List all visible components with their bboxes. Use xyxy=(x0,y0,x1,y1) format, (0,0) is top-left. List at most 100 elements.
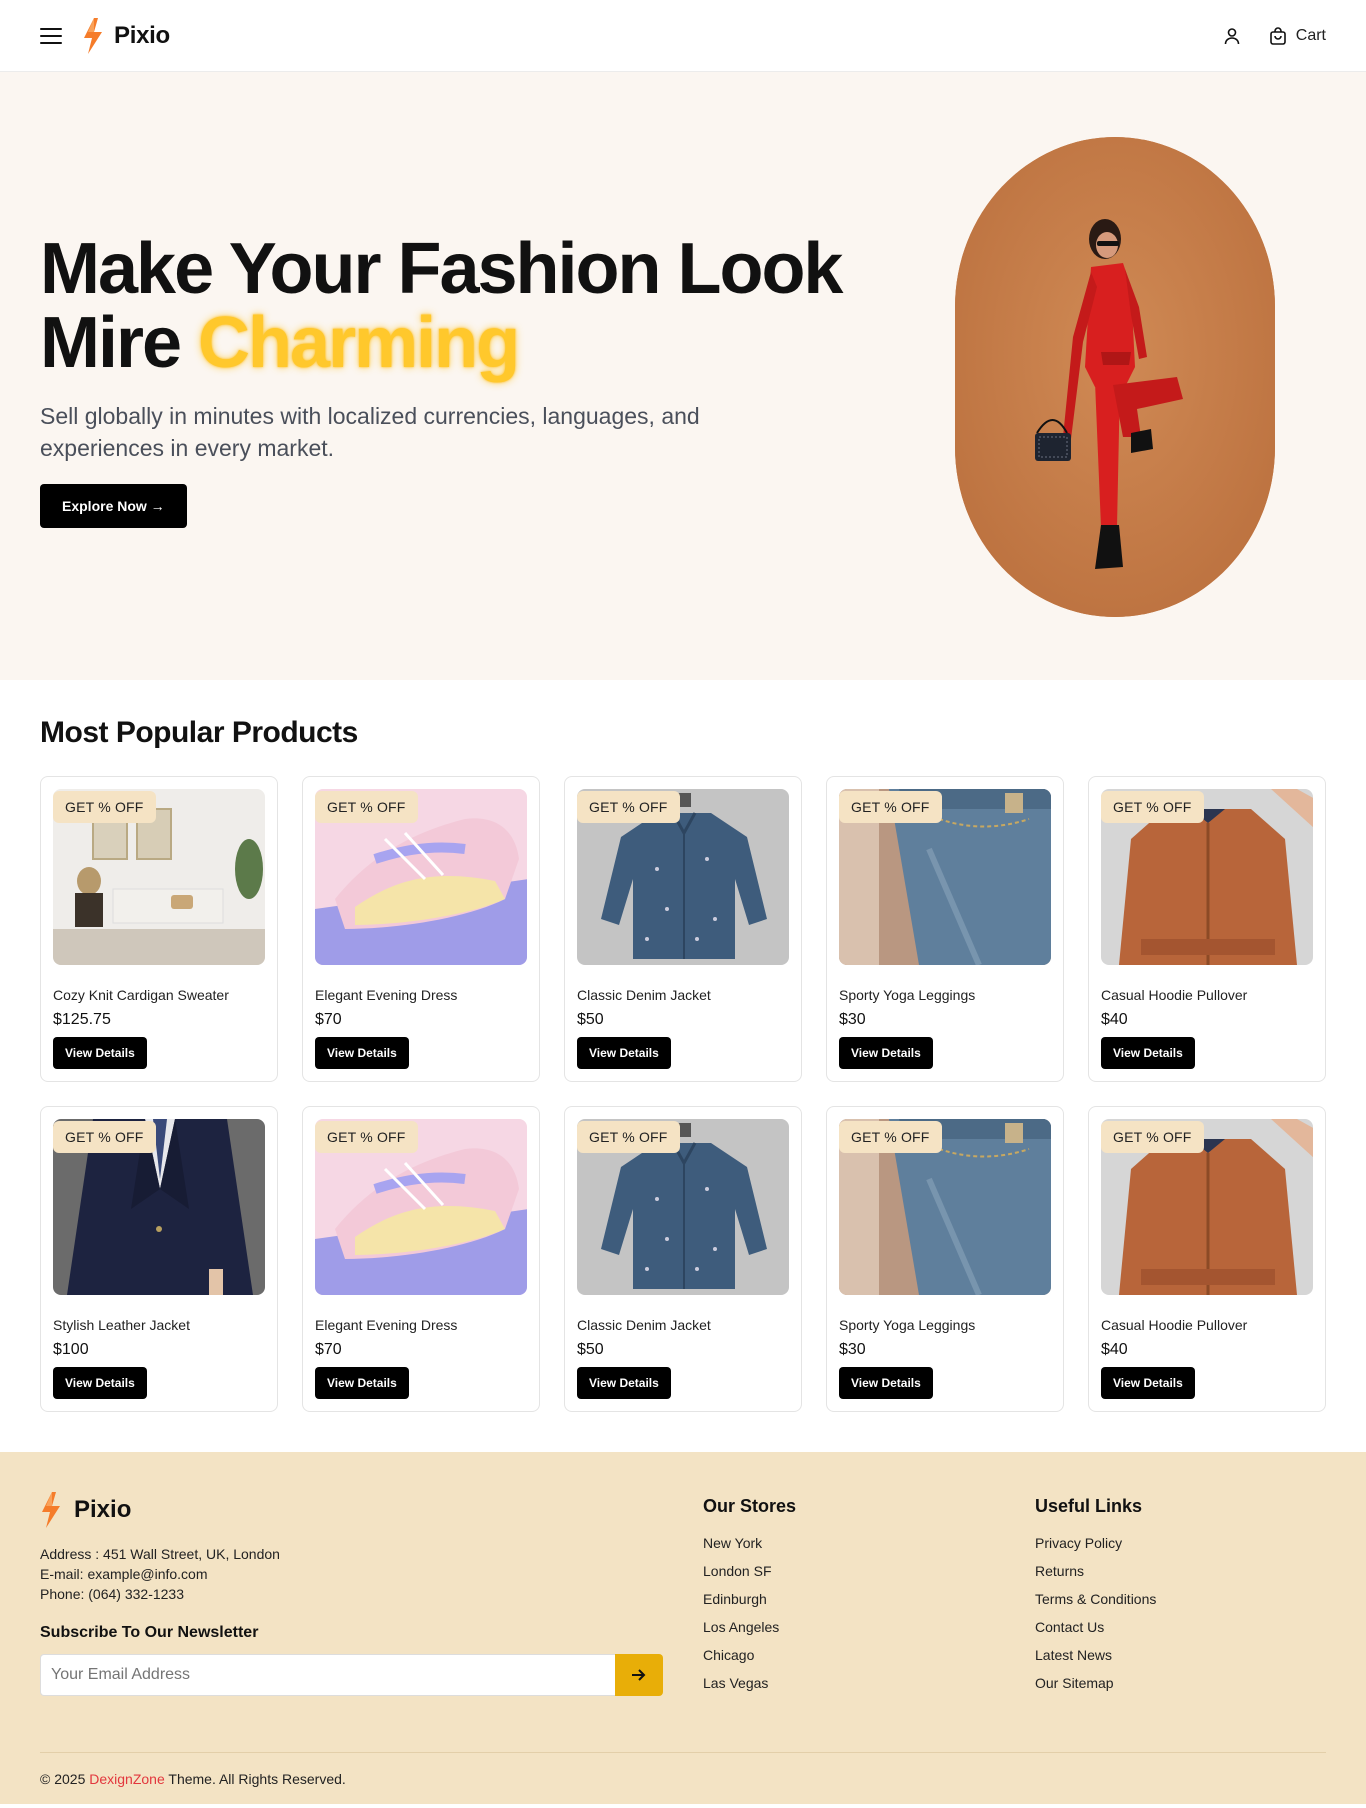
product-image[interactable]: GET % OFF xyxy=(53,1119,265,1295)
discount-badge: GET % OFF xyxy=(577,791,680,823)
product-price: $30 xyxy=(839,1341,866,1358)
logo[interactable]: Pixio xyxy=(82,17,170,54)
hamburger-menu-icon[interactable] xyxy=(40,27,62,44)
product-name[interactable]: Sporty Yoga Leggings xyxy=(839,987,1051,1003)
product-image[interactable]: GET % OFF xyxy=(315,1119,527,1295)
product-image[interactable]: GET % OFF xyxy=(839,1119,1051,1295)
view-details-button[interactable]: View Details xyxy=(577,1037,671,1069)
discount-badge: GET % OFF xyxy=(577,1121,680,1153)
email-text: E-mail: example@info.com xyxy=(40,1566,208,1582)
useful-link[interactable]: Contact Us xyxy=(1035,1613,1325,1641)
product-name[interactable]: Elegant Evening Dress xyxy=(315,1317,527,1333)
view-details-button[interactable]: View Details xyxy=(1101,1367,1195,1399)
hero-title-line2-prefix: Mire xyxy=(40,303,199,383)
product-name[interactable]: Stylish Leather Jacket xyxy=(53,1317,265,1333)
section-title: Most Popular Products xyxy=(40,716,358,749)
product-card[interactable]: GET % OFF Elegant Evening Dress $70 View… xyxy=(302,776,540,1082)
product-image[interactable]: GET % OFF xyxy=(53,789,265,965)
user-icon xyxy=(1224,27,1240,44)
view-details-button[interactable]: View Details xyxy=(53,1037,147,1069)
product-image[interactable]: GET % OFF xyxy=(1101,789,1313,965)
useful-links-list: Privacy Policy Returns Terms & Conditions C… xyxy=(1035,1529,1325,1697)
footer-about: Pixio Address : 451 Wall Street, UK, Lon… xyxy=(40,1492,703,1752)
product-card[interactable]: GET % OFF Elegant Evening Dress $70 View… xyxy=(302,1106,540,1412)
product-price: $70 xyxy=(315,1341,342,1358)
product-image[interactable]: GET % OFF xyxy=(315,789,527,965)
product-price: $50 xyxy=(577,1341,604,1358)
view-details-button[interactable]: View Details xyxy=(315,1037,409,1069)
arrow-right-icon xyxy=(632,1669,646,1681)
discount-badge: GET % OFF xyxy=(315,1121,418,1153)
product-price: $50 xyxy=(577,1011,604,1028)
useful-link[interactable]: Terms & Conditions xyxy=(1035,1585,1325,1613)
product-card[interactable]: GET % OFF Stylish Leather Jacket $100 Vi… xyxy=(40,1106,278,1412)
product-image[interactable]: GET % OFF xyxy=(1101,1119,1313,1295)
hero-title-line1: Make Your Fashion Look xyxy=(40,229,843,309)
useful-links-title: Useful Links xyxy=(1035,1496,1143,1516)
store-link[interactable]: Los Angeles xyxy=(703,1613,1035,1641)
useful-link[interactable]: Privacy Policy xyxy=(1035,1529,1325,1557)
product-price: $100 xyxy=(53,1341,89,1358)
view-details-button[interactable]: View Details xyxy=(53,1367,147,1399)
header-right: Cart xyxy=(1222,26,1326,46)
view-details-button[interactable]: View Details xyxy=(839,1037,933,1069)
popular-products-section: Most Popular Products GET % OFF Cozy Kni… xyxy=(0,680,1366,1452)
product-name[interactable]: Classic Denim Jacket xyxy=(577,987,789,1003)
view-details-button[interactable]: View Details xyxy=(315,1367,409,1399)
discount-badge: GET % OFF xyxy=(1101,791,1204,823)
store-link[interactable]: New York xyxy=(703,1529,1035,1557)
bolt-logo-icon xyxy=(84,17,102,54)
product-name[interactable]: Cozy Knit Cardigan Sweater xyxy=(53,987,265,1003)
view-details-button[interactable]: View Details xyxy=(1101,1037,1195,1069)
store-link[interactable]: London SF xyxy=(703,1557,1035,1585)
view-details-button[interactable]: View Details xyxy=(839,1367,933,1399)
header-left: Pixio xyxy=(40,17,170,54)
cart-label: Cart xyxy=(1295,26,1326,44)
product-name[interactable]: Casual Hoodie Pullover xyxy=(1101,987,1313,1003)
footer-top: Pixio Address : 451 Wall Street, UK, Lon… xyxy=(40,1492,1326,1752)
copyright-prefix: © 2025 xyxy=(40,1771,90,1787)
useful-link[interactable]: Latest News xyxy=(1035,1641,1325,1669)
useful-link[interactable]: Our Sitemap xyxy=(1035,1669,1325,1697)
product-card[interactable]: GET % OFF Casual Hoodie Pullover $40 Vie… xyxy=(1088,1106,1326,1412)
stores-title: Our Stores xyxy=(703,1496,797,1516)
product-card[interactable]: GET % OFF Classic Denim Jacket $50 View … xyxy=(564,776,802,1082)
site-header: Pixio Cart xyxy=(0,0,1366,72)
site-footer: Pixio Address : 451 Wall Street, UK, Lon… xyxy=(0,1452,1366,1804)
explore-now-button[interactable]: Explore Now → xyxy=(40,484,187,528)
product-card[interactable]: GET % OFF Classic Denim Jacket $50 View … xyxy=(564,1106,802,1412)
product-card[interactable]: GET % OFF Sporty Yoga Leggings $30 View … xyxy=(826,776,1064,1082)
store-link[interactable]: Edinburgh xyxy=(703,1585,1035,1613)
cart-button[interactable]: Cart xyxy=(1268,26,1326,46)
newsletter-form xyxy=(40,1654,663,1696)
store-link[interactable]: Chicago xyxy=(703,1641,1035,1669)
product-image[interactable]: GET % OFF xyxy=(577,1119,789,1295)
product-name[interactable]: Classic Denim Jacket xyxy=(577,1317,789,1333)
store-link[interactable]: Las Vegas xyxy=(703,1669,1035,1697)
footer-logo[interactable]: Pixio xyxy=(40,1492,703,1528)
address-text: Address : 451 Wall Street, UK, London xyxy=(40,1546,280,1562)
newsletter-submit-button[interactable] xyxy=(615,1654,663,1696)
product-price: $40 xyxy=(1101,1011,1128,1028)
copyright-brand-link[interactable]: DexignZone xyxy=(89,1771,165,1787)
copyright-suffix: Theme. All Rights Reserved. xyxy=(164,1771,346,1787)
view-details-button[interactable]: View Details xyxy=(577,1367,671,1399)
shopping-bag-icon xyxy=(1269,26,1286,45)
discount-badge: GET % OFF xyxy=(1101,1121,1204,1153)
hero-model-image xyxy=(955,137,1275,617)
account-button[interactable] xyxy=(1222,26,1242,46)
product-name[interactable]: Sporty Yoga Leggings xyxy=(839,1317,1051,1333)
product-image[interactable]: GET % OFF xyxy=(577,789,789,965)
product-grid: GET % OFF Cozy Knit Cardigan Sweater $12… xyxy=(40,776,1326,1412)
product-price: $40 xyxy=(1101,1341,1128,1358)
hero-title: Make Your Fashion Look Mire Charming xyxy=(40,232,900,380)
product-card[interactable]: GET % OFF Sporty Yoga Leggings $30 View … xyxy=(826,1106,1064,1412)
useful-link[interactable]: Returns xyxy=(1035,1557,1325,1585)
product-name[interactable]: Elegant Evening Dress xyxy=(315,987,527,1003)
discount-badge: GET % OFF xyxy=(839,1121,942,1153)
product-image[interactable]: GET % OFF xyxy=(839,789,1051,965)
product-name[interactable]: Casual Hoodie Pullover xyxy=(1101,1317,1313,1333)
product-card[interactable]: GET % OFF Cozy Knit Cardigan Sweater $12… xyxy=(40,776,278,1082)
product-card[interactable]: GET % OFF Casual Hoodie Pullover $40 Vie… xyxy=(1088,776,1326,1082)
newsletter-email-input[interactable] xyxy=(40,1654,615,1696)
